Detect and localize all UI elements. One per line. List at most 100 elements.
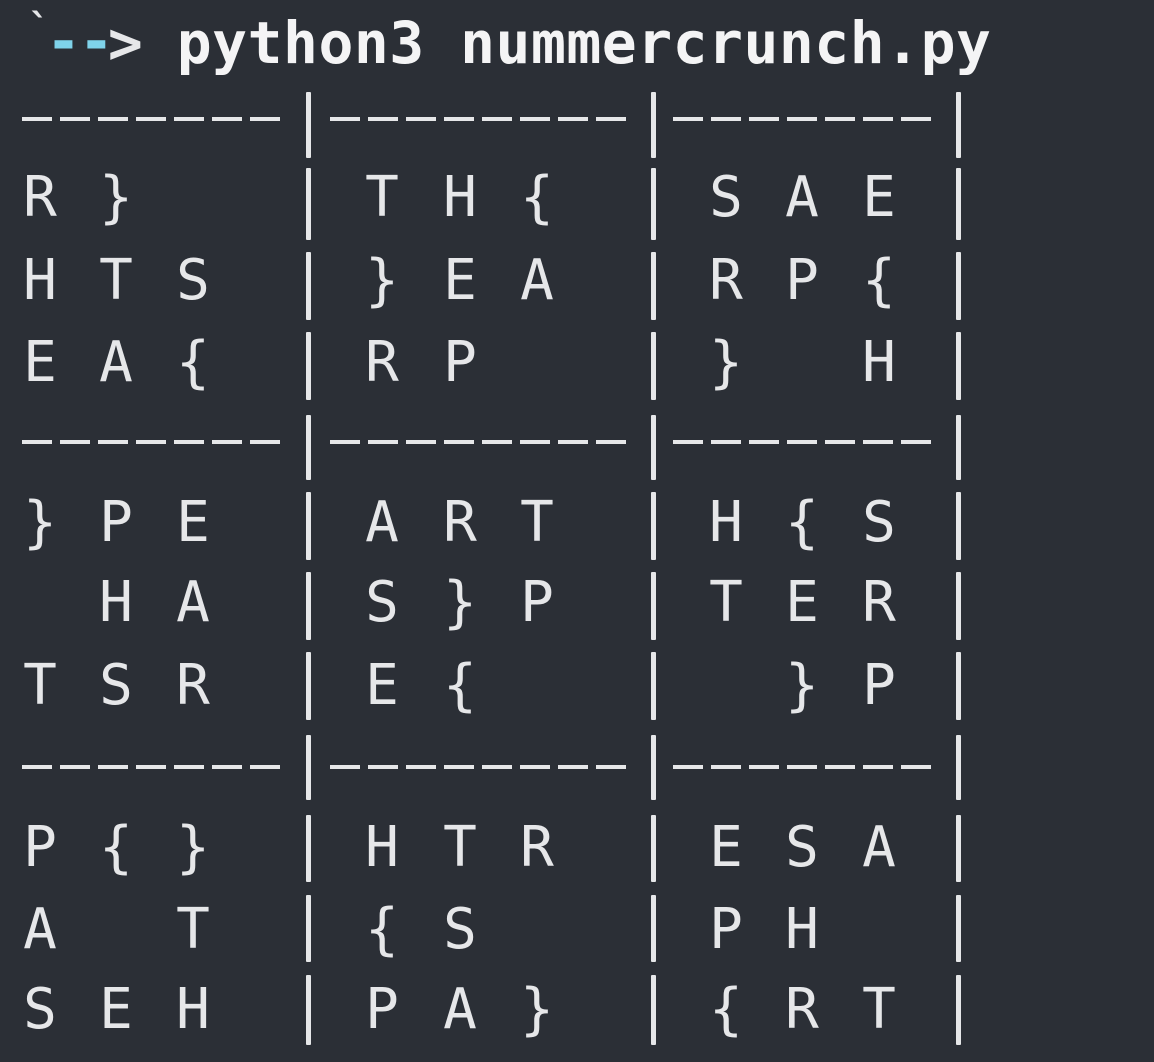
- column-separator: [956, 975, 961, 1045]
- grid-cell: P: [709, 897, 743, 962]
- grid-cell: P: [443, 330, 477, 395]
- grid-cell: T: [443, 815, 477, 880]
- grid-cell: S: [365, 570, 399, 635]
- grid-cell: {: [785, 490, 819, 555]
- grid-cell: A: [862, 815, 896, 880]
- grid-cell: E: [443, 248, 477, 313]
- grid-cell: S: [23, 977, 57, 1042]
- column-separator: [306, 92, 311, 158]
- column-separator: [306, 975, 311, 1045]
- grid-cell: S: [709, 165, 743, 230]
- column-separator: [306, 735, 311, 800]
- column-separator: [956, 492, 961, 560]
- grid-cell: A: [23, 897, 57, 962]
- column-separator: [651, 332, 656, 400]
- ascii-grid-output: R} T H{S A E H T S} E A R P{E A{R P } H} P E A R T H{S HAS…: [0, 0, 1154, 1062]
- column-separator: [306, 252, 311, 320]
- column-separator: [956, 895, 961, 962]
- column-separator: [306, 572, 311, 640]
- divider-dashes: [673, 765, 938, 769]
- grid-cell: T: [23, 653, 57, 718]
- column-separator: [651, 895, 656, 962]
- divider-dashes: [330, 765, 632, 769]
- column-separator: [651, 252, 656, 320]
- grid-cell: R: [176, 653, 210, 718]
- grid-cell: R: [709, 248, 743, 313]
- grid-cell: {: [862, 248, 896, 313]
- grid-cell: R: [443, 490, 477, 555]
- grid-cell: }: [443, 570, 477, 635]
- grid-cell: }: [23, 490, 57, 555]
- grid-cell: H: [443, 165, 477, 230]
- grid-cell: E: [23, 330, 57, 395]
- divider-dashes: [330, 117, 632, 121]
- grid-cell: S: [785, 815, 819, 880]
- grid-cell: }: [709, 330, 743, 395]
- divider-dashes: [330, 440, 632, 444]
- grid-cell: A: [99, 330, 133, 395]
- column-separator: [651, 168, 656, 240]
- grid-cell: S: [99, 653, 133, 718]
- grid-cell: P: [99, 490, 133, 555]
- column-separator: [956, 252, 961, 320]
- grid-cell: E: [99, 977, 133, 1042]
- column-separator: [651, 92, 656, 158]
- grid-cell: E: [176, 490, 210, 555]
- grid-cell: T: [862, 977, 896, 1042]
- grid-cell: P: [23, 815, 57, 880]
- grid-cell: E: [862, 165, 896, 230]
- grid-cell: T: [176, 897, 210, 962]
- grid-cell: T: [99, 248, 133, 313]
- grid-cell: P: [862, 653, 896, 718]
- grid-cell: H: [785, 897, 819, 962]
- column-separator: [956, 652, 961, 720]
- column-separator: [651, 815, 656, 882]
- grid-cell: E: [365, 653, 399, 718]
- column-separator: [956, 735, 961, 800]
- grid-cell: }: [785, 653, 819, 718]
- grid-cell: R: [785, 977, 819, 1042]
- column-separator: [306, 895, 311, 962]
- grid-cell: A: [520, 248, 554, 313]
- grid-cell: {: [443, 653, 477, 718]
- column-separator: [651, 415, 656, 480]
- grid-cell: H: [23, 248, 57, 313]
- column-separator: [956, 332, 961, 400]
- grid-cell: H: [176, 977, 210, 1042]
- grid-cell: H: [365, 815, 399, 880]
- grid-cell: }: [176, 815, 210, 880]
- column-separator: [651, 572, 656, 640]
- grid-cell: S: [443, 897, 477, 962]
- divider-dashes: [22, 440, 286, 444]
- grid-cell: }: [365, 248, 399, 313]
- grid-cell: A: [176, 570, 210, 635]
- column-separator: [956, 168, 961, 240]
- column-separator: [651, 735, 656, 800]
- grid-cell: E: [709, 815, 743, 880]
- grid-cell: P: [520, 570, 554, 635]
- grid-cell: E: [785, 570, 819, 635]
- divider-row: [0, 413, 1000, 473]
- column-separator: [651, 652, 656, 720]
- grid-cell: R: [365, 330, 399, 395]
- grid-cell: S: [862, 490, 896, 555]
- grid-cell: A: [365, 490, 399, 555]
- column-separator: [306, 168, 311, 240]
- grid-cell: T: [709, 570, 743, 635]
- grid-cell: A: [785, 165, 819, 230]
- divider-dashes: [673, 440, 938, 444]
- column-separator: [651, 975, 656, 1045]
- grid-cell: H: [99, 570, 133, 635]
- column-separator: [956, 92, 961, 158]
- grid-cell: }: [520, 977, 554, 1042]
- grid-cell: R: [23, 165, 57, 230]
- divider-dashes: [22, 117, 286, 121]
- grid-cell: R: [862, 570, 896, 635]
- divider-dashes: [673, 117, 938, 121]
- column-separator: [306, 415, 311, 480]
- column-separator: [306, 332, 311, 400]
- grid-cell: {: [520, 165, 554, 230]
- grid-cell: A: [443, 977, 477, 1042]
- grid-cell: T: [520, 490, 554, 555]
- grid-cell: P: [365, 977, 399, 1042]
